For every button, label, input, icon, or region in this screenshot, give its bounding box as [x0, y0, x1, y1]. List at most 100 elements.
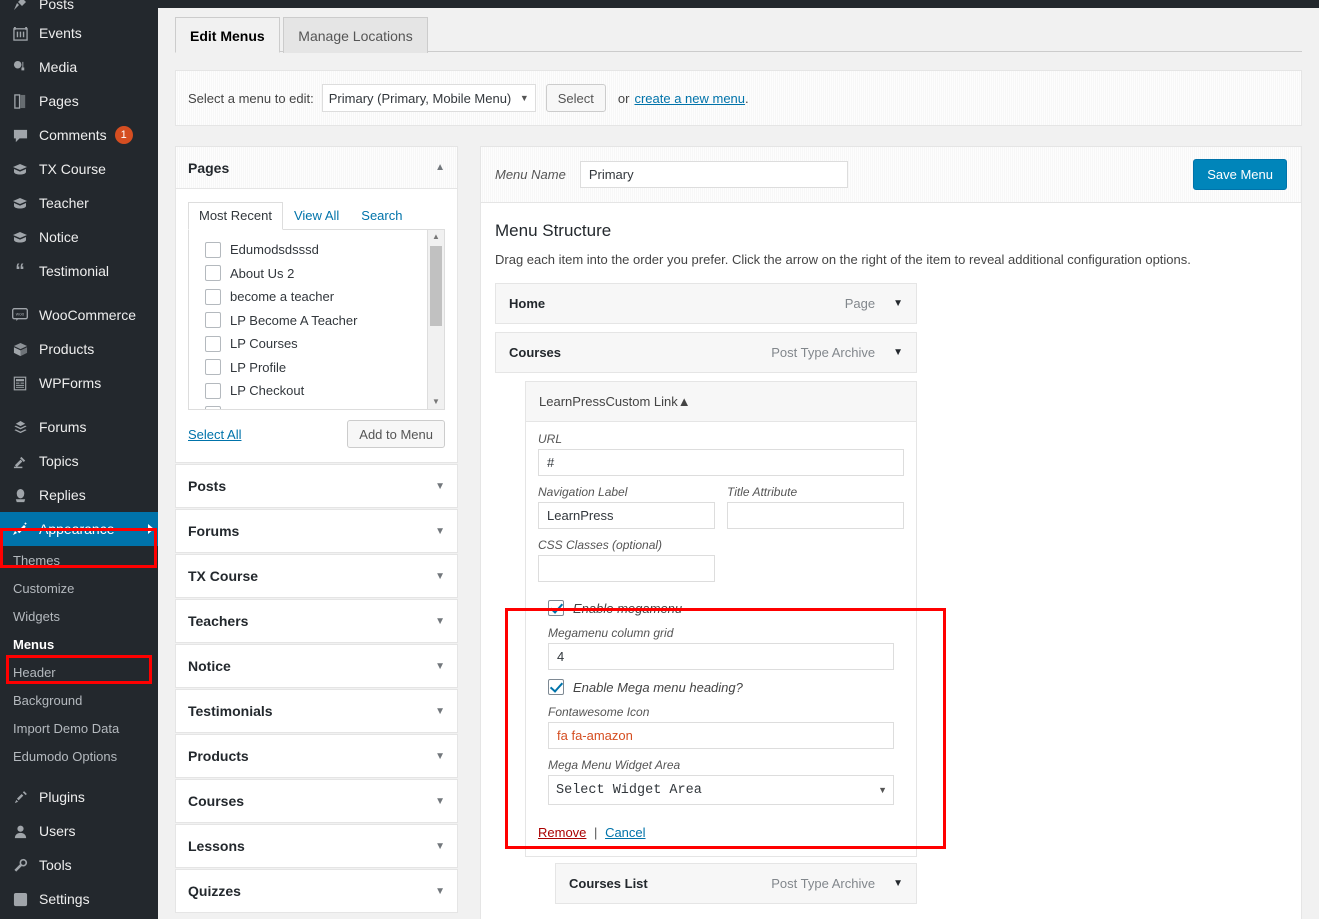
navigation-label-input[interactable]	[538, 502, 715, 529]
chevron-down-icon[interactable]: ▼	[435, 571, 445, 582]
menu-name-input[interactable]	[580, 161, 848, 188]
sidebar-subitem-menus[interactable]: Menus	[0, 630, 158, 658]
sidebar-subitem-themes[interactable]: Themes	[0, 546, 158, 574]
chevron-down-icon[interactable]: ▼	[435, 526, 445, 537]
chevron-up-icon[interactable]: ▲	[678, 394, 691, 409]
list-item[interactable]: LP Profile	[205, 356, 444, 380]
chevron-down-icon[interactable]: ▼	[435, 661, 445, 672]
panel-forums-header[interactable]: Forums ▼	[176, 510, 457, 552]
sidebar-item-posts[interactable]: Posts	[0, 0, 158, 16]
enable-mega-menu-heading-checkbox[interactable]	[548, 679, 564, 695]
sidebar-item-replies[interactable]: Replies	[0, 478, 158, 512]
sidebar-subitem-edumodo-options[interactable]: Edumodo Options	[0, 742, 158, 770]
panel-pages-header[interactable]: Pages ▲	[176, 147, 457, 189]
pages-list-scrollbar[interactable]: ▲ ▼	[427, 230, 444, 409]
sidebar-item-forums[interactable]: Forums	[0, 410, 158, 444]
chevron-down-icon[interactable]: ▼	[435, 616, 445, 627]
page-checkbox[interactable]	[205, 312, 221, 328]
url-input[interactable]	[538, 449, 904, 476]
chevron-down-icon[interactable]: ▼	[435, 751, 445, 762]
list-item[interactable]: LP Courses	[205, 332, 444, 356]
mega-menu-widget-area-select[interactable]: Select Widget Area	[548, 775, 894, 805]
sidebar-item-events[interactable]: Events	[0, 16, 158, 50]
chevron-down-icon[interactable]: ▼	[435, 706, 445, 717]
scrollbar-thumb[interactable]	[430, 246, 442, 326]
select-button[interactable]: Select	[546, 84, 606, 112]
sidebar-item-comments[interactable]: Comments 1	[0, 118, 158, 152]
sidebar-item-plugins[interactable]: Plugins	[0, 780, 158, 814]
page-checkbox[interactable]	[205, 242, 221, 258]
sidebar-item-users[interactable]: Users	[0, 814, 158, 848]
sidebar-item-testimonial[interactable]: “ Testimonial	[0, 254, 158, 288]
sidebar-item-settings[interactable]: Settings	[0, 882, 158, 916]
fontawesome-icon-input[interactable]	[548, 722, 894, 749]
list-item[interactable]: Teacher Lists-2	[205, 403, 444, 411]
sidebar-item-wpforms[interactable]: WPForms	[0, 366, 158, 400]
panel-tx-course-header[interactable]: TX Course ▼	[176, 555, 457, 597]
sidebar-subitem-widgets[interactable]: Widgets	[0, 602, 158, 630]
panel-courses-header[interactable]: Courses ▼	[176, 780, 457, 822]
create-new-menu-link[interactable]: create a new menu	[634, 91, 745, 106]
select-all-link[interactable]: Select All	[188, 427, 241, 442]
chevron-up-icon[interactable]: ▲	[435, 162, 445, 173]
page-checkbox[interactable]	[205, 336, 221, 352]
panel-teachers-header[interactable]: Teachers ▼	[176, 600, 457, 642]
list-item[interactable]: LP Checkout	[205, 379, 444, 403]
sidebar-item-topics[interactable]: Topics	[0, 444, 158, 478]
chevron-down-icon[interactable]: ▼	[435, 481, 445, 492]
remove-link[interactable]: Remove	[538, 825, 586, 840]
pages-tab-view-all[interactable]: View All	[283, 202, 350, 230]
page-checkbox[interactable]	[205, 265, 221, 281]
cancel-link[interactable]: Cancel	[605, 825, 645, 840]
enable-mega-menu-heading-row[interactable]: Enable Mega menu heading?	[548, 679, 894, 695]
page-checkbox[interactable]	[205, 359, 221, 375]
tab-edit-menus[interactable]: Edit Menus	[175, 17, 280, 53]
list-item[interactable]: LP Become A Teacher	[205, 309, 444, 333]
sidebar-item-pages[interactable]: Pages	[0, 84, 158, 118]
page-checkbox[interactable]	[205, 406, 221, 410]
sidebar-item-media[interactable]: Media	[0, 50, 158, 84]
panel-notice-header[interactable]: Notice ▼	[176, 645, 457, 687]
chevron-down-icon[interactable]: ▼	[893, 878, 903, 889]
title-attribute-input[interactable]	[727, 502, 904, 529]
list-item[interactable]: About Us 2	[205, 262, 444, 286]
scroll-down-arrow-icon[interactable]: ▼	[428, 395, 444, 409]
menu-item-learnpress-header[interactable]: LearnPress Custom Link ▲	[525, 381, 917, 422]
enable-megamenu-row[interactable]: Enable megamenu	[548, 600, 894, 616]
scroll-up-arrow-icon[interactable]: ▲	[428, 230, 444, 244]
menu-item-home[interactable]: Home Page ▼	[495, 283, 917, 324]
pages-tab-search[interactable]: Search	[350, 202, 413, 230]
sidebar-item-tx-course[interactable]: TX Course	[0, 152, 158, 186]
list-item[interactable]: Edumodsdsssd	[205, 238, 444, 262]
chevron-down-icon[interactable]: ▼	[893, 347, 903, 358]
sidebar-subitem-customize[interactable]: Customize	[0, 574, 158, 602]
panel-lessons-header[interactable]: Lessons ▼	[176, 825, 457, 867]
sidebar-subitem-background[interactable]: Background	[0, 686, 158, 714]
megamenu-column-grid-input[interactable]	[548, 643, 894, 670]
css-classes-input[interactable]	[538, 555, 715, 582]
page-checkbox[interactable]	[205, 289, 221, 305]
sidebar-item-woocommerce[interactable]: woo WooCommerce	[0, 298, 158, 332]
sidebar-subitem-import-demo-data[interactable]: Import Demo Data	[0, 714, 158, 742]
chevron-down-icon[interactable]: ▼	[435, 841, 445, 852]
chevron-down-icon[interactable]: ▼	[435, 796, 445, 807]
chevron-down-icon[interactable]: ▼	[435, 886, 445, 897]
tab-manage-locations[interactable]: Manage Locations	[283, 17, 427, 53]
enable-megamenu-checkbox[interactable]	[548, 600, 564, 616]
sidebar-subitem-header[interactable]: Header	[0, 658, 158, 686]
page-checkbox[interactable]	[205, 383, 221, 399]
menu-item-courses-list[interactable]: Courses List Post Type Archive ▼	[555, 863, 917, 904]
add-to-menu-button[interactable]: Add to Menu	[347, 420, 445, 448]
panel-posts-header[interactable]: Posts ▼	[176, 465, 457, 507]
menu-select[interactable]: Primary (Primary, Mobile Menu)	[322, 84, 536, 112]
sidebar-item-appearance[interactable]: Appearance	[0, 512, 158, 546]
list-item[interactable]: become a teacher	[205, 285, 444, 309]
pages-tab-most-recent[interactable]: Most Recent	[188, 202, 283, 230]
sidebar-item-teacher[interactable]: Teacher	[0, 186, 158, 220]
chevron-down-icon[interactable]: ▼	[893, 298, 903, 309]
save-menu-button[interactable]: Save Menu	[1193, 159, 1287, 190]
sidebar-item-tools[interactable]: Tools	[0, 848, 158, 882]
sidebar-item-products[interactable]: Products	[0, 332, 158, 366]
sidebar-item-notice[interactable]: Notice	[0, 220, 158, 254]
menu-item-courses[interactable]: Courses Post Type Archive ▼	[495, 332, 917, 373]
